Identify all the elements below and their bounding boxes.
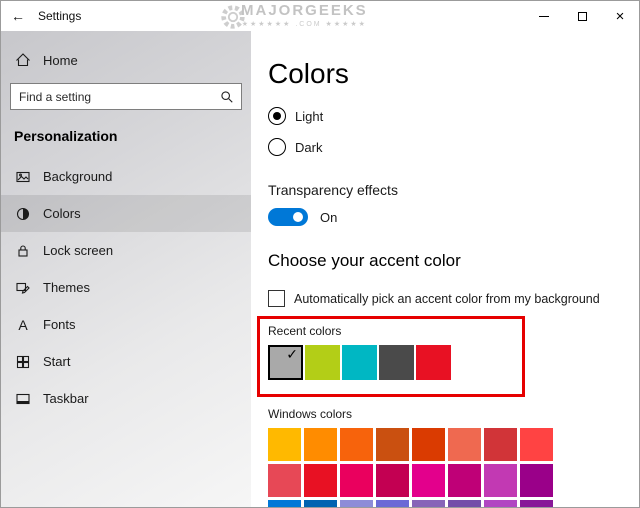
- windows-color-swatch[interactable]: [412, 428, 445, 461]
- maximize-icon: [578, 12, 587, 21]
- radio-selected-icon: [268, 107, 286, 125]
- windows-color-swatch[interactable]: [520, 464, 553, 497]
- sidebar-item-fonts[interactable]: A Fonts: [1, 306, 251, 343]
- search-box: [10, 83, 242, 110]
- sidebar-item-themes[interactable]: Themes: [1, 269, 251, 306]
- dark-mode-option[interactable]: Dark: [268, 138, 619, 156]
- recent-colors-section: Recent colors ✓: [268, 324, 619, 380]
- radio-unselected-icon: [268, 138, 286, 156]
- windows-color-swatch[interactable]: [484, 500, 517, 508]
- maximize-button[interactable]: [563, 1, 601, 31]
- windows-color-swatch[interactable]: [448, 500, 481, 508]
- windows-color-swatch[interactable]: [484, 428, 517, 461]
- windows-color-swatch[interactable]: [304, 500, 337, 508]
- taskbar-icon: [15, 391, 31, 407]
- windows-color-swatch[interactable]: [448, 464, 481, 497]
- recent-color-swatch[interactable]: [379, 345, 414, 380]
- main-content: Colors Light Dark Transparency effects O…: [251, 31, 639, 508]
- sidebar-item-taskbar[interactable]: Taskbar: [1, 380, 251, 417]
- sidebar-item-label: Start: [43, 354, 70, 369]
- sidebar-item-label: Home: [43, 53, 78, 68]
- light-mode-option[interactable]: Light: [268, 107, 619, 125]
- fonts-icon: A: [15, 317, 31, 333]
- windows-color-swatch[interactable]: [412, 500, 445, 508]
- close-icon: ×: [616, 9, 625, 24]
- windows-color-swatch[interactable]: [340, 464, 373, 497]
- sidebar: Home Personalization Background Colors Loc…: [1, 31, 251, 508]
- windows-color-swatch[interactable]: [448, 428, 481, 461]
- windows-color-swatch[interactable]: [268, 428, 301, 461]
- transparency-toggle[interactable]: [268, 208, 308, 226]
- sidebar-item-colors[interactable]: Colors: [1, 195, 251, 232]
- search-input[interactable]: [11, 84, 241, 109]
- windows-color-swatch[interactable]: [340, 500, 373, 508]
- sidebar-item-lock-screen[interactable]: Lock screen: [1, 232, 251, 269]
- sidebar-item-label: Taskbar: [43, 391, 89, 406]
- background-icon: [15, 169, 31, 185]
- window-body: Home Personalization Background Colors Loc…: [1, 31, 639, 508]
- windows-color-swatch[interactable]: [412, 464, 445, 497]
- close-button[interactable]: ×: [601, 1, 639, 31]
- recent-color-swatch[interactable]: [342, 345, 377, 380]
- checkbox-label: Automatically pick an accent color from …: [294, 292, 600, 306]
- recent-color-swatch[interactable]: [416, 345, 451, 380]
- sidebar-item-background[interactable]: Background: [1, 158, 251, 195]
- start-icon: [15, 354, 31, 370]
- transparency-label: Transparency effects: [268, 182, 619, 198]
- recent-colors-row: ✓: [268, 345, 619, 380]
- radio-label: Light: [295, 109, 323, 124]
- recent-color-swatch[interactable]: [305, 345, 340, 380]
- windows-color-swatch[interactable]: [376, 464, 409, 497]
- accent-section-heading: Choose your accent color: [268, 251, 619, 271]
- sidebar-item-label: Colors: [43, 206, 81, 221]
- page-title: Colors: [268, 57, 619, 91]
- auto-accent-option[interactable]: Automatically pick an accent color from …: [268, 290, 619, 307]
- toggle-state-label: On: [320, 210, 337, 225]
- sidebar-section-heading: Personalization: [14, 128, 251, 144]
- transparency-toggle-row: On: [268, 208, 619, 226]
- window-title: Settings: [38, 9, 81, 23]
- recent-colors-label: Recent colors: [268, 324, 619, 338]
- sidebar-item-label: Background: [43, 169, 112, 184]
- windows-color-swatch[interactable]: [268, 500, 301, 508]
- settings-window: ← Settings × MAJORGEEKS ★★★★★★ .COM ★★★★…: [0, 0, 640, 508]
- lock-icon: [15, 243, 31, 259]
- sidebar-item-label: Themes: [43, 280, 90, 295]
- windows-color-swatch[interactable]: [340, 428, 373, 461]
- titlebar-left: ← Settings: [1, 1, 81, 31]
- radio-label: Dark: [295, 140, 322, 155]
- sidebar-item-label: Lock screen: [43, 243, 113, 258]
- sidebar-item-home[interactable]: Home: [1, 43, 251, 77]
- back-icon: ←: [11, 8, 25, 24]
- windows-colors-label: Windows colors: [268, 407, 619, 421]
- sidebar-item-start[interactable]: Start: [1, 343, 251, 380]
- sidebar-nav: Background Colors Lock screen Themes A Fonts S…: [1, 158, 251, 417]
- colors-icon: [15, 206, 31, 222]
- minimize-icon: [539, 16, 549, 17]
- search-icon: [220, 90, 234, 109]
- windows-color-swatch[interactable]: [376, 500, 409, 508]
- windows-color-swatch[interactable]: [520, 500, 553, 508]
- home-icon: [15, 52, 31, 68]
- minimize-button[interactable]: [525, 1, 563, 31]
- sidebar-item-label: Fonts: [43, 317, 76, 332]
- themes-icon: [15, 280, 31, 296]
- windows-color-swatch[interactable]: [376, 428, 409, 461]
- window-controls: ×: [525, 1, 639, 31]
- recent-color-swatch[interactable]: ✓: [268, 345, 303, 380]
- check-icon: ✓: [286, 346, 298, 363]
- titlebar: ← Settings ×: [1, 1, 639, 31]
- windows-color-swatch[interactable]: [304, 428, 337, 461]
- windows-colors-grid: [268, 428, 619, 508]
- windows-color-swatch[interactable]: [268, 464, 301, 497]
- checkbox-icon: [268, 290, 285, 307]
- windows-color-swatch[interactable]: [484, 464, 517, 497]
- windows-color-swatch[interactable]: [520, 428, 553, 461]
- windows-color-swatch[interactable]: [304, 464, 337, 497]
- back-button[interactable]: ←: [1, 1, 35, 31]
